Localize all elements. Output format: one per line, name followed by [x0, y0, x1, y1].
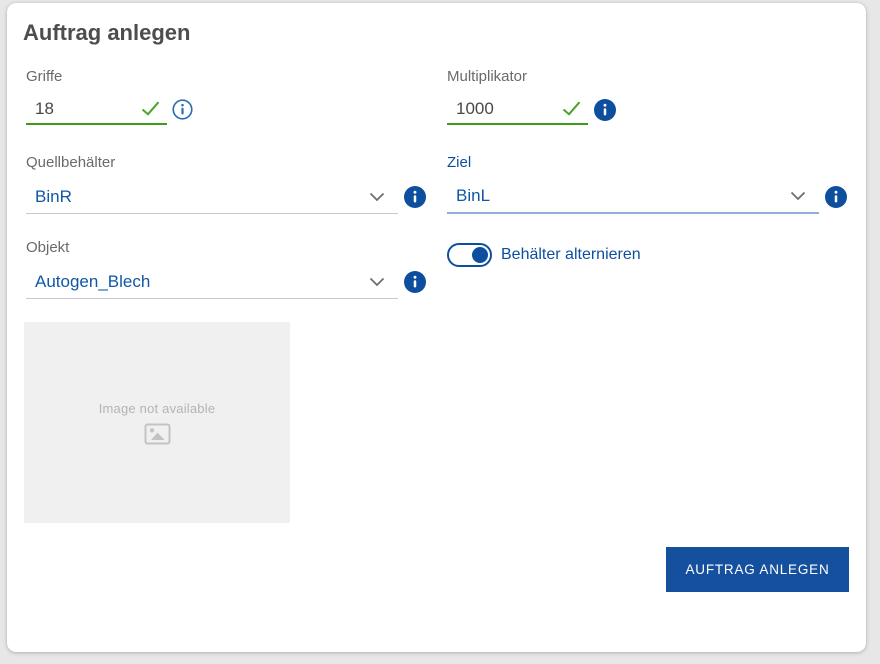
image-icon	[144, 423, 171, 445]
objekt-value: Autogen_Blech	[35, 271, 151, 291]
image-not-available-text: Image not available	[98, 400, 216, 416]
object-image-placeholder: Image not available	[24, 322, 290, 523]
field-ziel: Ziel BinL	[447, 154, 847, 214]
ziel-select[interactable]: BinL	[447, 180, 819, 214]
behaelter-alternieren-label: Behälter alternieren	[501, 246, 641, 263]
multiplikator-value: 1000	[456, 98, 494, 118]
info-icon[interactable]	[594, 98, 616, 121]
field-griffe: Griffe 18	[26, 68, 193, 125]
quellbehaelter-value: BinR	[35, 186, 72, 206]
field-objekt: Objekt Autogen_Blech	[26, 239, 426, 299]
check-icon	[141, 101, 160, 116]
quellbehaelter-label: Quellbehälter	[26, 154, 116, 171]
info-icon[interactable]	[404, 186, 426, 208]
toggle-knob	[472, 247, 488, 263]
auftrag-anlegen-button[interactable]: AUFTRAG ANLEGEN	[666, 547, 849, 592]
check-icon	[562, 101, 581, 116]
info-icon[interactable]	[825, 186, 847, 208]
behaelter-alternieren-row: Behälter alternieren	[447, 243, 641, 267]
griffe-value: 18	[35, 98, 54, 118]
chevron-down-icon	[790, 191, 806, 201]
behaelter-alternieren-toggle[interactable]	[447, 243, 492, 267]
auftrag-card: Auftrag anlegen Griffe 18 Multiplikator …	[7, 3, 866, 652]
field-quellbehaelter: Quellbehälter BinR	[26, 154, 426, 214]
quellbehaelter-select[interactable]: BinR	[26, 180, 398, 214]
page-title: Auftrag anlegen	[23, 20, 191, 45]
griffe-label: Griffe	[26, 68, 63, 85]
objekt-select[interactable]: Autogen_Blech	[26, 265, 398, 299]
ziel-label: Ziel	[447, 154, 472, 171]
chevron-down-icon	[369, 192, 385, 202]
chevron-down-icon	[369, 277, 385, 287]
objekt-label: Objekt	[26, 239, 70, 256]
multiplikator-label: Multiplikator	[447, 68, 528, 85]
multiplikator-input[interactable]: 1000	[447, 94, 588, 125]
griffe-input[interactable]: 18	[26, 94, 167, 125]
ziel-value: BinL	[456, 186, 491, 205]
info-icon[interactable]	[172, 99, 193, 120]
info-icon[interactable]	[404, 271, 426, 293]
field-multiplikator: Multiplikator 1000	[447, 68, 616, 125]
